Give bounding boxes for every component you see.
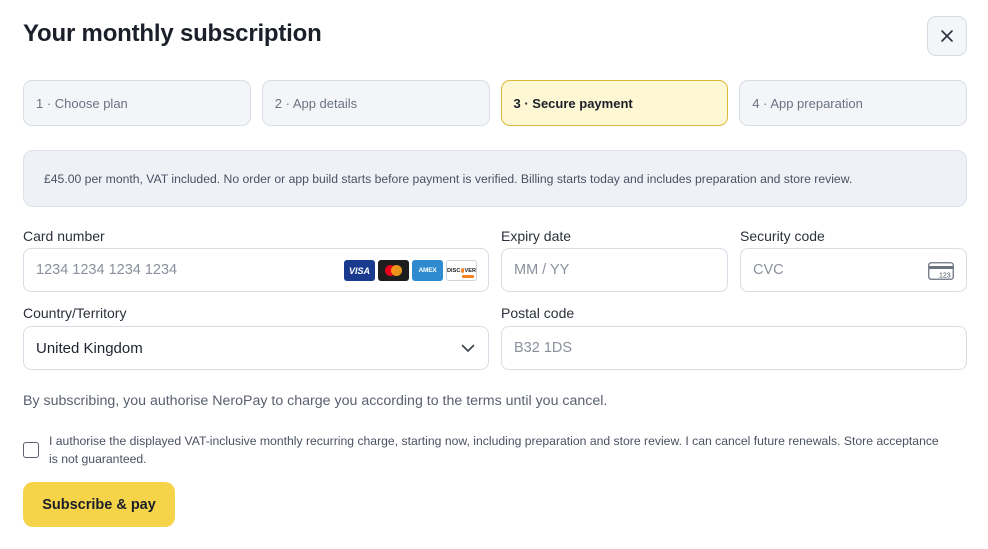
visa-logo-icon: VISA	[344, 260, 375, 281]
close-icon	[941, 30, 953, 42]
step-app-details[interactable]: 2 · App details	[261, 80, 490, 126]
card-brand-logos: VISA AMEX DISC VER	[344, 260, 477, 281]
country-label: Country/Territory	[23, 305, 127, 321]
consent-text: By subscribing, you authorise NeroPay to…	[23, 393, 608, 409]
card-cvc-icon: 123	[928, 262, 954, 280]
expiry-field[interactable]	[501, 248, 728, 292]
billing-notice: £45.00 per month, VAT included. No order…	[23, 150, 967, 207]
amex-logo-icon: AMEX	[412, 260, 443, 281]
authorisation-text: I authorise the displayed VAT-inclusive …	[49, 434, 939, 466]
authorisation-checkbox[interactable]	[23, 442, 39, 458]
close-button[interactable]	[927, 16, 967, 56]
step-secure-payment[interactable]: 3 · Secure payment	[500, 80, 729, 126]
stepper: 1 · Choose plan 2 · App details 3 · Secu…	[23, 80, 967, 126]
subscribe-pay-button[interactable]: Subscribe & pay	[23, 482, 175, 527]
country-value: United Kingdom	[36, 339, 143, 357]
postal-code-field[interactable]	[501, 326, 967, 370]
expiry-input[interactable]	[514, 262, 727, 278]
page-title: Your monthly subscription	[23, 20, 322, 47]
postal-code-label: Postal code	[501, 305, 575, 321]
card-number-label: Card number	[23, 228, 105, 244]
security-code-label: Security code	[740, 228, 825, 244]
discover-logo-icon: DISC VER	[446, 260, 477, 281]
mastercard-logo-icon	[378, 260, 409, 281]
step-choose-plan[interactable]: 1 · Choose plan	[23, 80, 251, 126]
card-number-field[interactable]: VISA AMEX DISCVER	[23, 248, 489, 292]
chevron-down-icon	[461, 344, 475, 352]
postal-code-input[interactable]	[514, 340, 966, 356]
country-select[interactable]: United Kingdom	[23, 326, 489, 370]
cvc-icon-text: 123	[939, 273, 951, 280]
security-code-field[interactable]: 123	[740, 248, 967, 292]
expiry-label: Expiry date	[501, 228, 572, 244]
step-app-preparation[interactable]: 4 · App preparation	[739, 80, 967, 126]
